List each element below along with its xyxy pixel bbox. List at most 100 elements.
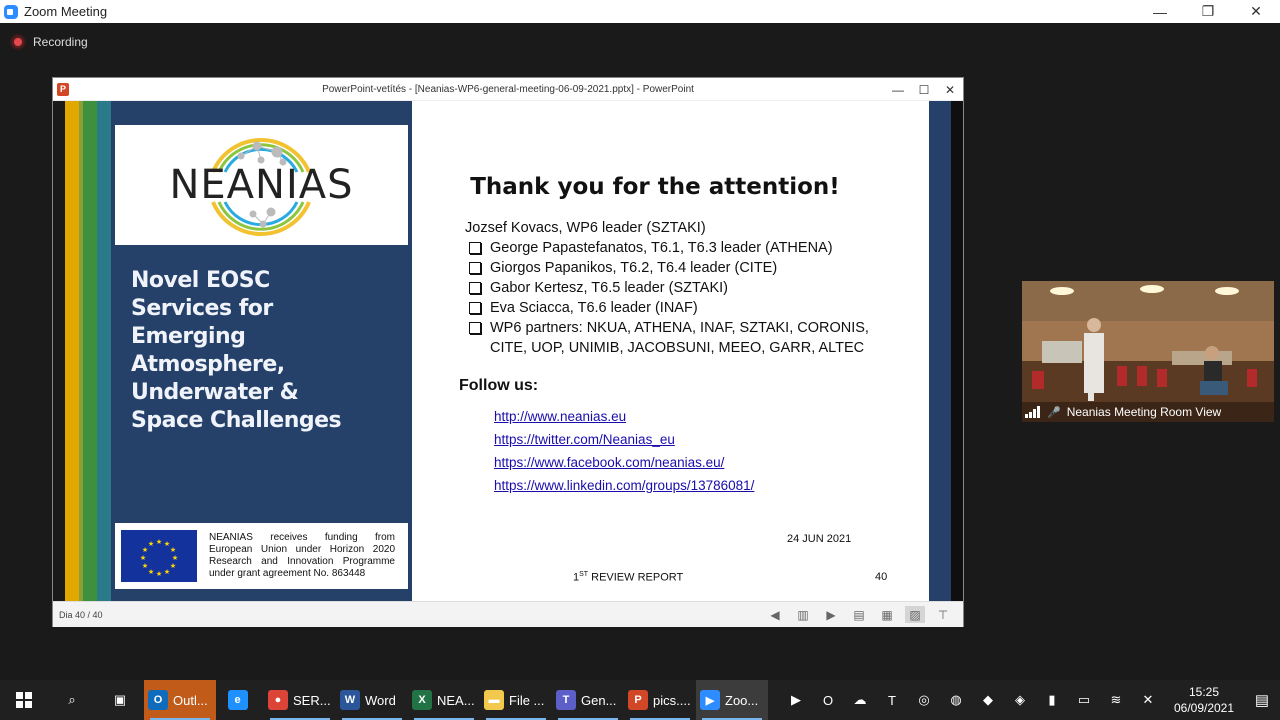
- list-item-text: Gabor Kertesz, T6.5 leader (SZTAKI): [490, 280, 728, 296]
- taskbar-app-label: SER...: [293, 692, 331, 708]
- connection-strength-icon: [1025, 406, 1041, 418]
- search-icon: ⌕: [68, 692, 76, 707]
- powerpoint-status-bar: Dia 40 / 40 ◀ ▥ ▶ ▤ ▦ ▨ ⊤: [53, 601, 963, 627]
- taskbar-app-label: pics....: [653, 692, 691, 708]
- outlook-tray-icon[interactable]: O: [812, 680, 844, 720]
- list-item-text: WP6 partners: NKUA, ATHENA, INAF, SZTAKI…: [490, 320, 869, 336]
- taskbar-app[interactable]: X NEA...: [408, 680, 480, 720]
- twitter-link[interactable]: https://twitter.com/Neanias_eu: [494, 428, 754, 451]
- powerpoint-icon: P: [57, 82, 69, 96]
- list-item-continuation: CITE, UOP, UNIMIB, JACOBSUNI, MEEO, GARR…: [490, 340, 865, 356]
- clock-date: 06/09/2021: [1173, 701, 1235, 715]
- restore-button[interactable]: ❐: [1184, 0, 1232, 23]
- list-item-text: George Papastefanatos, T6.1, T6.3 leader…: [490, 240, 833, 256]
- task-view-icon: ▣: [113, 692, 127, 707]
- slide-area: NEANIAS Novel EOSC Services for Emerging…: [53, 101, 963, 601]
- slide-date: 24 JUN 2021: [787, 533, 852, 545]
- network-drive-icon[interactable]: ◈: [1004, 680, 1036, 720]
- taskbar-app[interactable]: T Gen...: [552, 680, 624, 720]
- report-sup: ST: [579, 571, 589, 578]
- clock-time: 15:25: [1188, 685, 1220, 699]
- clock[interactable]: 15:25 06/09/2021: [1164, 684, 1244, 716]
- list-item-text: Giorgos Papanikos, T6.2, T6.4 leader (CI…: [490, 260, 778, 276]
- checkbox-bullet-icon: [469, 322, 481, 334]
- slide-sorter-icon[interactable]: ▦: [877, 606, 897, 623]
- app-tray-icon[interactable]: ◎: [908, 680, 940, 720]
- website-link[interactable]: http://www.neanias.eu: [494, 405, 754, 428]
- linkedin-link[interactable]: https://www.linkedin.com/groups/13786081…: [494, 474, 754, 497]
- task-view-button[interactable]: ▣: [96, 680, 144, 720]
- svg-text:★: ★: [156, 538, 162, 546]
- svg-text:★: ★: [148, 540, 154, 548]
- notification-icon: ▤: [1254, 692, 1270, 709]
- volume-muted-icon[interactable]: ✕: [1132, 680, 1164, 720]
- normal-view-icon[interactable]: ▤: [849, 606, 869, 623]
- recording-indicator[interactable]: Recording: [12, 35, 88, 49]
- taskbar-app-label: Word: [365, 692, 396, 708]
- contributors-list: Jozsef Kovacs, WP6 leader (SZTAKI) Georg…: [465, 218, 869, 358]
- ppt-maximize-button[interactable]: ☐: [911, 78, 937, 101]
- slide-footer: 1ST REVIEW REPORT: [573, 571, 683, 584]
- svg-text:★: ★: [142, 562, 148, 570]
- window-controls: — ❐ ✕: [1136, 0, 1280, 23]
- word-icon: W: [340, 690, 360, 710]
- eu-stars-icon: ★ ★★ ★★★ ★★★ ★★★: [140, 538, 178, 578]
- notifications-button[interactable]: ▤: [1244, 691, 1280, 709]
- next-slide-icon[interactable]: ▶: [821, 606, 841, 623]
- neanias-logo: NEANIAS: [115, 125, 408, 245]
- eu-funding-box: ★ ★ ★ ★ ★ ★ ★ ★ ★ ★ ★ ★ NEANIAS receives funding…: [115, 523, 408, 589]
- wifi-icon[interactable]: ≋: [1100, 680, 1132, 720]
- teams-tray-icon[interactable]: T: [876, 680, 908, 720]
- svg-text:★: ★: [156, 570, 162, 578]
- logo-text: NEANIAS: [169, 162, 354, 208]
- ppt-close-button[interactable]: ✕: [937, 78, 963, 101]
- usb-icon[interactable]: ▮: [1036, 680, 1068, 720]
- svg-text:★: ★: [170, 546, 176, 554]
- tagline: Novel EOSC Services for Emerging Atmosph…: [131, 268, 342, 433]
- system-tray: ▶ O ☁ T ◎ ◍ ◆ ◈ ▮ ▭ ≋ ✕ 15:25 06/09/2021…: [780, 680, 1280, 720]
- powerpoint-title-bar: P PowerPoint-vetítés - [Neanias-WP6-gene…: [53, 78, 963, 101]
- decorative-stripes: [53, 101, 113, 601]
- list-item-text: Eva Sciacca, T6.6 leader (INAF): [490, 300, 698, 316]
- participant-label: 🎤 Neanias Meeting Room View: [1022, 402, 1274, 422]
- slide-menu-icon[interactable]: ▥: [793, 606, 813, 623]
- minimize-button[interactable]: —: [1136, 0, 1184, 23]
- search-button[interactable]: ⌕: [48, 680, 96, 720]
- taskbar-app[interactable]: W Word: [336, 680, 408, 720]
- zoom-title-bar: Zoom Meeting — ❐ ✕: [0, 0, 1280, 23]
- lead-line: Jozsef Kovacs, WP6 leader (SZTAKI): [465, 220, 706, 236]
- facebook-link[interactable]: https://www.facebook.com/neanias.eu/: [494, 451, 754, 474]
- reading-view-icon[interactable]: ▨: [905, 606, 925, 623]
- list-item: Eva Sciacca, T6.6 leader (INAF): [465, 298, 869, 318]
- teams-icon: T: [556, 690, 576, 710]
- onedrive-icon[interactable]: ☁: [844, 680, 876, 720]
- close-button[interactable]: ✕: [1232, 0, 1280, 23]
- taskbar-app-label: File ...: [509, 692, 545, 708]
- ppt-minimize-button[interactable]: —: [885, 78, 911, 101]
- slideshow-icon[interactable]: ⊤: [933, 606, 953, 623]
- report-suffix: REVIEW REPORT: [588, 571, 684, 584]
- battery-icon[interactable]: ▭: [1068, 680, 1100, 720]
- taskbar-app[interactable]: ▶ Zoo...: [696, 680, 768, 720]
- zoom-tray-icon[interactable]: ▶: [780, 680, 812, 720]
- slide[interactable]: NEANIAS Novel EOSC Services for Emerging…: [53, 101, 963, 601]
- previous-slide-icon[interactable]: ◀: [765, 606, 785, 623]
- recording-label: Recording: [33, 35, 88, 49]
- taskbar-app[interactable]: e: [216, 680, 264, 720]
- meeting-area: Recording P PowerPoint-vetítés - [Neania…: [0, 23, 1280, 680]
- taskbar-app[interactable]: ▬ File ...: [480, 680, 552, 720]
- globe-icon[interactable]: ◍: [940, 680, 972, 720]
- taskbar-app[interactable]: Ppics....: [624, 680, 696, 720]
- taskbar-app[interactable]: ● SER...: [264, 680, 336, 720]
- mic-muted-icon: 🎤: [1047, 406, 1061, 419]
- stripe: [83, 101, 97, 601]
- meeting-room-image: [1022, 281, 1274, 422]
- follow-us-heading: Follow us:: [459, 377, 539, 394]
- start-button[interactable]: [0, 680, 48, 720]
- list-item: Gabor Kertesz, T6.5 leader (SZTAKI): [465, 278, 869, 298]
- security-shield-icon[interactable]: ◆: [972, 680, 1004, 720]
- powerpoint-window: P PowerPoint-vetítés - [Neanias-WP6-gene…: [52, 77, 964, 627]
- taskbar-app[interactable]: O Outl...: [144, 680, 216, 720]
- list-item: George Papastefanatos, T6.1, T6.3 leader…: [465, 238, 869, 258]
- participant-video[interactable]: 🎤 Neanias Meeting Room View: [1022, 281, 1274, 422]
